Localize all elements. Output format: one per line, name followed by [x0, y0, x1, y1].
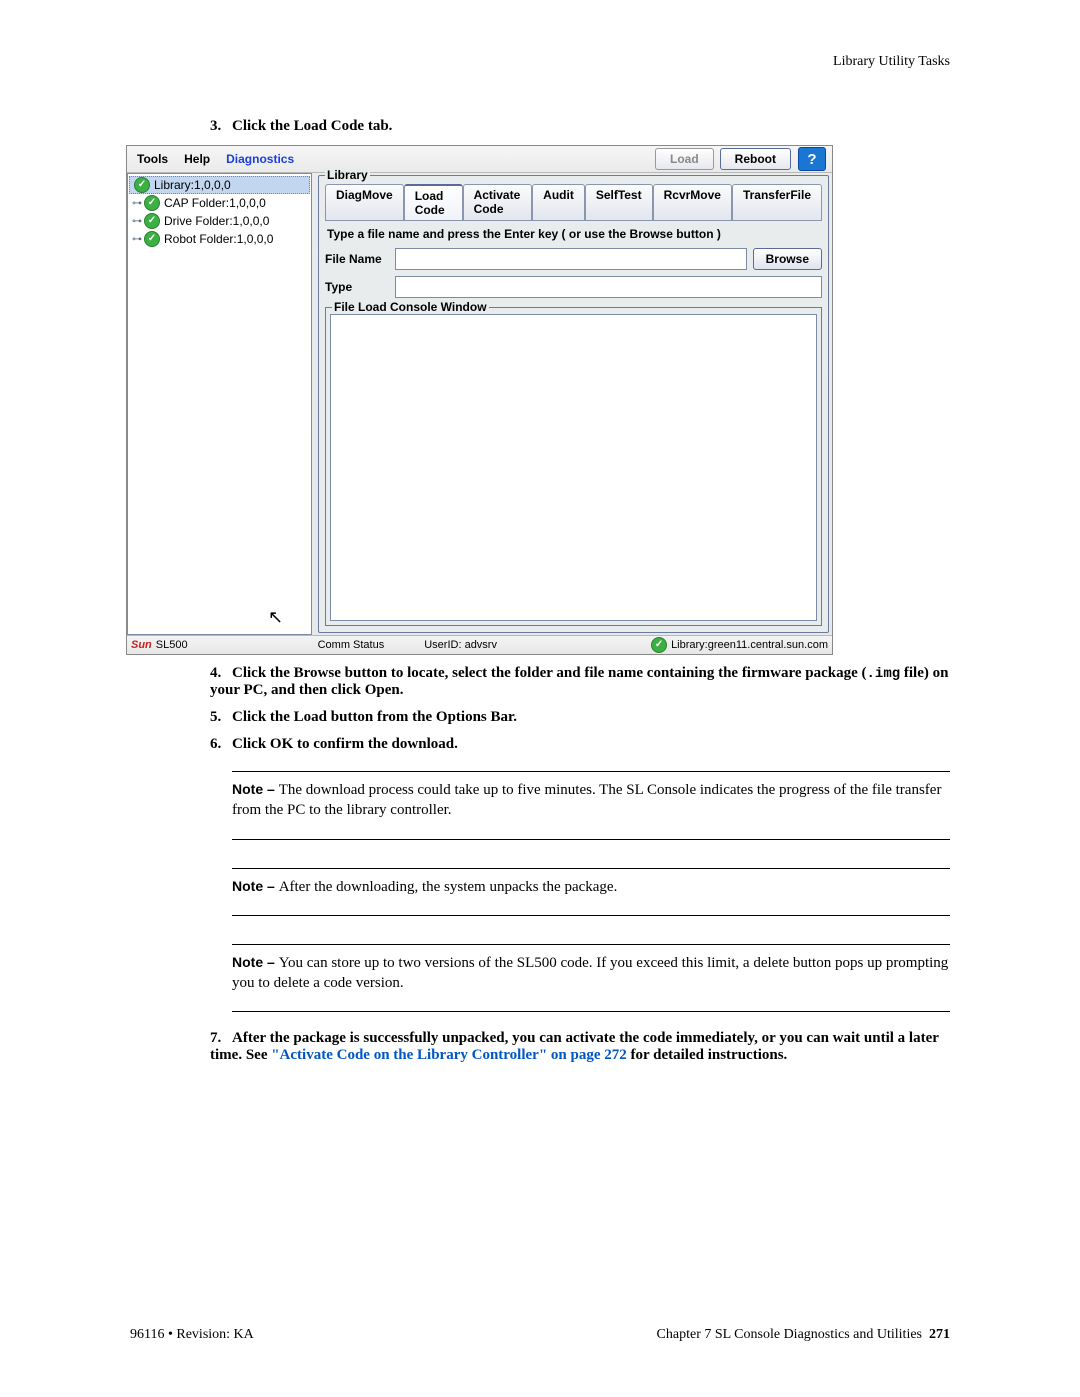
expander-icon[interactable]: ⊶: [132, 216, 142, 227]
step-7: 7.After the package is successfully unpa…: [210, 1030, 950, 1064]
console-fieldset: File Load Console Window: [325, 307, 822, 626]
note-2: Note – After the downloading, the system…: [232, 877, 950, 897]
tree-panel: Library:1,0,0,0 ⊶ CAP Folder:1,0,0,0 ⊶ D…: [127, 173, 312, 635]
tab-transferfile[interactable]: TransferFile: [732, 184, 822, 220]
library-fieldset: Library DiagMove Load Code Activate Code…: [318, 175, 829, 633]
step-5-text: Click the Load button from the Options B…: [232, 709, 517, 725]
note-3: Note – You can store up to two versions …: [232, 953, 950, 994]
tab-activatecode[interactable]: Activate Code: [463, 184, 533, 220]
tree-item[interactable]: ⊶ CAP Folder:1,0,0,0: [128, 194, 311, 212]
note-3-text: You can store up to two versions of the …: [232, 955, 948, 991]
divider: [232, 1011, 950, 1012]
tree-item-label: CAP Folder:1,0,0,0: [164, 196, 266, 210]
step-7-part2: for detailed instructions.: [627, 1047, 788, 1063]
product-label: SL500: [156, 639, 188, 651]
tree-root-label: Library:1,0,0,0: [154, 178, 231, 192]
fieldset-legend: Library: [325, 168, 370, 182]
step-5-num: 5.: [210, 709, 232, 726]
divider: [232, 944, 950, 945]
note-1-text: The download process could take up to fi…: [232, 782, 941, 818]
user-id-label: UserID: advsrv: [424, 639, 497, 651]
footer-right: Chapter 7 SL Console Diagnostics and Uti…: [657, 1327, 950, 1343]
console-output: [330, 314, 817, 621]
step-7-num: 7.: [210, 1030, 232, 1047]
footer-chapter: Chapter 7 SL Console Diagnostics and Uti…: [657, 1327, 922, 1342]
divider: [232, 868, 950, 869]
type-input[interactable]: [395, 276, 822, 298]
note-label: Note –: [232, 954, 279, 970]
tab-loadcode[interactable]: Load Code: [404, 184, 463, 220]
check-icon: [651, 637, 667, 653]
console-screenshot: Tools Help Diagnostics Load Reboot ? Lib…: [126, 145, 833, 655]
load-button[interactable]: Load: [655, 148, 714, 170]
tree-item-label: Drive Folder:1,0,0,0: [164, 214, 269, 228]
expander-icon[interactable]: ⊶: [132, 234, 142, 245]
page-number: 271: [929, 1327, 950, 1342]
console-legend: File Load Console Window: [332, 300, 489, 314]
step-4: 4.Click the Browse button to locate, sel…: [210, 665, 950, 699]
check-icon: [144, 231, 160, 247]
expander-icon[interactable]: ⊶: [132, 198, 142, 209]
comm-status-label: Comm Status: [318, 639, 385, 651]
instruction-text: Type a file name and press the Enter key…: [327, 227, 820, 241]
step-5: 5.Click the Load button from the Options…: [210, 709, 950, 726]
menu-tools[interactable]: Tools: [129, 150, 176, 168]
tree-item[interactable]: ⊶ Robot Folder:1,0,0,0: [128, 230, 311, 248]
sun-logo-icon: Sun: [131, 639, 152, 651]
divider: [232, 915, 950, 916]
step-6: 6.Click OK to confirm the download.: [210, 736, 950, 753]
check-icon: [134, 177, 150, 193]
cross-reference-link[interactable]: "Activate Code on the Library Controller…: [271, 1047, 627, 1063]
step-6-text: Click OK to confirm the download.: [232, 736, 458, 752]
check-icon: [144, 213, 160, 229]
file-name-label: File Name: [325, 252, 395, 266]
note-label: Note –: [232, 781, 279, 797]
file-name-input[interactable]: [395, 248, 747, 270]
section-header: Library Utility Tasks: [130, 54, 950, 70]
tab-audit[interactable]: Audit: [532, 184, 585, 220]
reboot-button[interactable]: Reboot: [720, 148, 791, 170]
step-4-part1: Click the Browse button to locate, selec…: [232, 665, 867, 681]
browse-button[interactable]: Browse: [753, 248, 822, 270]
footer-left: 96116 • Revision: KA: [130, 1327, 254, 1343]
menubar: Tools Help Diagnostics Load Reboot ?: [127, 146, 832, 173]
library-status-label: Library:green11.central.sun.com: [671, 639, 828, 651]
note-2-text: After the downloading, the system unpack…: [279, 879, 618, 895]
note-1: Note – The download process could take u…: [232, 780, 950, 821]
help-icon[interactable]: ?: [798, 147, 826, 171]
tab-selftest[interactable]: SelfTest: [585, 184, 653, 220]
menu-diagnostics[interactable]: Diagnostics: [218, 150, 302, 168]
step-4-num: 4.: [210, 665, 232, 682]
step-3-num: 3.: [210, 118, 232, 135]
statusbar: Sun SL500 Comm Status UserID: advsrv Lib…: [127, 635, 832, 654]
tab-rcvrmove[interactable]: RcvrMove: [653, 184, 732, 220]
menu-help[interactable]: Help: [176, 150, 218, 168]
step-3: 3.Click the Load Code tab.: [210, 118, 950, 135]
cursor-icon: ↖: [268, 607, 311, 628]
step-3-text: Click the Load Code tab.: [232, 118, 392, 134]
check-icon: [144, 195, 160, 211]
tab-bar: DiagMove Load Code Activate Code Audit S…: [325, 184, 822, 221]
page-footer: 96116 • Revision: KA Chapter 7 SL Consol…: [130, 1327, 950, 1343]
type-label: Type: [325, 280, 395, 294]
divider: [232, 771, 950, 772]
tree-item[interactable]: ⊶ Drive Folder:1,0,0,0: [128, 212, 311, 230]
divider: [232, 839, 950, 840]
tree-root-item[interactable]: Library:1,0,0,0: [129, 176, 310, 194]
step-4-code: .img: [867, 666, 901, 682]
note-label: Note –: [232, 878, 279, 894]
step-6-num: 6.: [210, 736, 232, 753]
tab-diagmove[interactable]: DiagMove: [325, 184, 404, 220]
tree-item-label: Robot Folder:1,0,0,0: [164, 232, 273, 246]
